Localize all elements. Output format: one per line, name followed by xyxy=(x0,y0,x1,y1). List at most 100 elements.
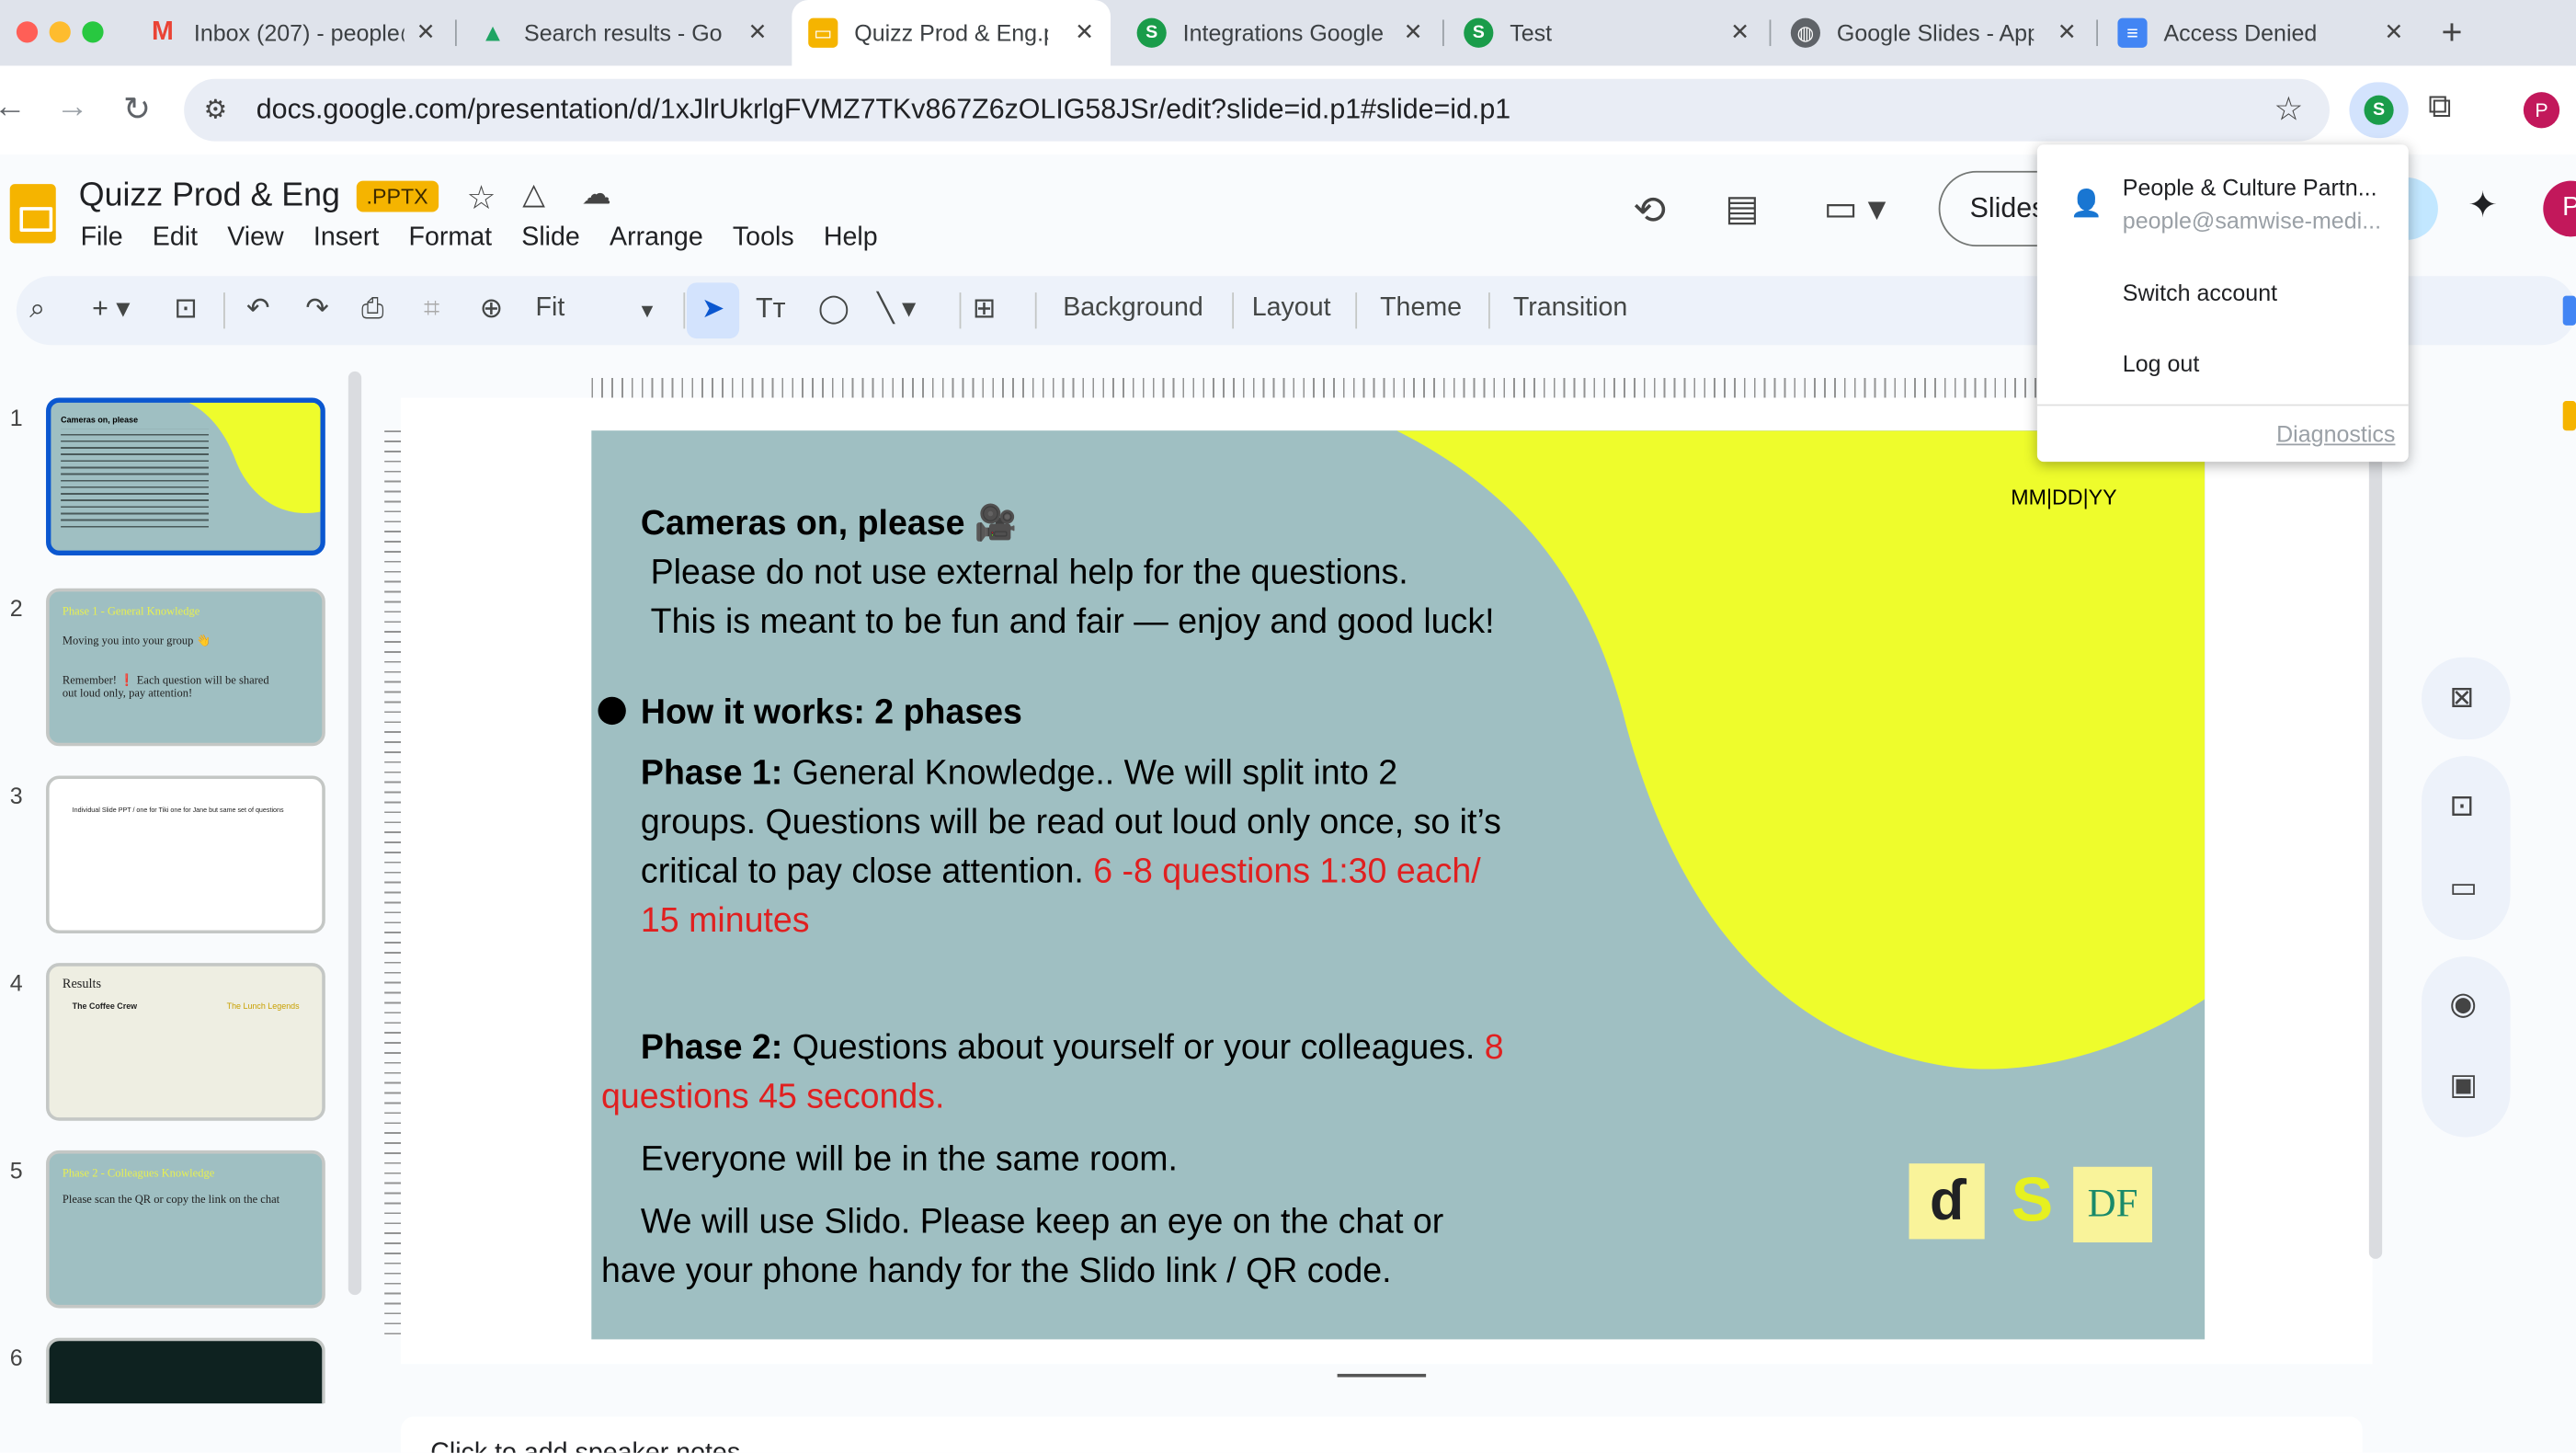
gmail-icon: M xyxy=(151,17,174,47)
side-panel-group-3: ◉ ▣ xyxy=(2422,956,2511,1138)
slide-thumbnail-6[interactable] xyxy=(46,1337,325,1404)
slides-icon: ▭ xyxy=(808,17,838,48)
file-format-badge: .PPTX xyxy=(356,180,439,212)
zoom-select[interactable]: Fit xyxy=(536,294,565,324)
tab-close-icon[interactable]: ✕ xyxy=(748,18,768,46)
browser-tab-test[interactable]: S Test ✕ xyxy=(1447,0,1766,65)
sheets-s-icon: S xyxy=(1464,17,1494,48)
print-icon[interactable]: ⎙ xyxy=(361,292,383,326)
site-settings-icon[interactable]: ⚙ xyxy=(204,94,228,127)
browser-tab-slides[interactable]: ▭ Quizz Prod & Eng.pptx ✕ xyxy=(792,0,1111,66)
line-tool-icon[interactable]: ╲ ▾ xyxy=(877,292,916,326)
menu-insert[interactable]: Insert xyxy=(313,223,380,253)
move-to-drive-icon[interactable]: △ xyxy=(522,177,545,212)
tab-close-icon[interactable]: ✕ xyxy=(1404,18,1423,46)
filmstrip-scrollbar[interactable] xyxy=(348,371,362,1296)
slide-date: MM|DD|YY xyxy=(2011,485,2117,509)
browser-tab-gmail[interactable]: M Inbox (207) - people@samwise ✕ xyxy=(131,0,451,65)
redo-icon[interactable]: ↷ xyxy=(305,292,328,326)
switch-account-item[interactable]: Switch account xyxy=(2123,280,2277,306)
window-minimize-dot[interactable] xyxy=(49,21,71,43)
back-arrow-icon[interactable]: ← xyxy=(0,88,27,126)
gemini-sparkle-icon[interactable]: ✦ xyxy=(2468,184,2498,226)
insert-slide-icon[interactable]: ⊡ xyxy=(174,292,197,326)
star-icon[interactable]: ☆ xyxy=(467,177,496,219)
window-close-dot[interactable] xyxy=(16,21,39,43)
extension-s-icon[interactable]: S xyxy=(2349,82,2409,139)
slide-thumbnail-3[interactable]: Individual Slide PPT / one for Tiki one … xyxy=(46,775,325,934)
insert-image-side-icon[interactable]: ⊠ xyxy=(2449,681,2474,715)
tab-close-icon[interactable]: ✕ xyxy=(1075,18,1094,46)
text-box-icon[interactable]: Tт xyxy=(756,292,785,326)
transition-button[interactable]: Transition xyxy=(1513,294,1627,324)
window-maximize-dot[interactable] xyxy=(82,21,104,43)
menu-view[interactable]: View xyxy=(227,223,283,253)
profile-avatar[interactable]: P xyxy=(2523,92,2560,129)
version-history-icon[interactable]: ⟲ xyxy=(1633,188,1666,235)
cloud-saved-icon[interactable]: ☁ xyxy=(582,177,611,212)
address-bar[interactable]: ⚙ docs.google.com/presentation/d/1xJlrUk… xyxy=(184,78,2330,142)
menu-help[interactable]: Help xyxy=(824,223,878,253)
menu-tools[interactable]: Tools xyxy=(733,223,794,253)
slide-thumbnail-2[interactable]: Phase 1 - General Knowledge Moving you i… xyxy=(46,588,325,747)
zoom-icon[interactable]: ⊕ xyxy=(480,292,503,326)
slides-logo-icon[interactable] xyxy=(9,184,56,244)
tab-close-icon[interactable]: ✕ xyxy=(1730,18,1750,46)
folder-side-icon[interactable]: ▭ xyxy=(2449,871,2477,906)
slide-heading-cameras: Cameras on, please 🎥 xyxy=(640,504,1018,543)
globe-icon: ◍ xyxy=(1790,17,1820,48)
new-slide-icon[interactable]: + ▾ xyxy=(92,292,130,326)
paint-format-icon[interactable]: ⌗ xyxy=(424,292,439,326)
document-title[interactable]: Quizz Prod & Eng xyxy=(79,177,340,215)
side-edge-icon-blue[interactable] xyxy=(2562,295,2576,326)
add-comment-icon[interactable]: ⊞ xyxy=(973,292,996,326)
menu-edit[interactable]: Edit xyxy=(153,223,198,253)
background-button[interactable]: Background xyxy=(1063,294,1203,324)
bullet-dot xyxy=(598,696,626,726)
zoom-dropdown-chevron-icon[interactable]: ▼ xyxy=(637,299,656,322)
record-side-icon[interactable]: ◉ xyxy=(2449,986,2477,1024)
layout-button[interactable]: Layout xyxy=(1252,294,1331,324)
undo-icon[interactable]: ↶ xyxy=(246,292,269,326)
bookmark-star-icon[interactable]: ☆ xyxy=(2274,88,2303,130)
extensions-puzzle-icon[interactable]: ⧉ xyxy=(2428,88,2452,126)
current-slide[interactable]: MM|DD|YY Cameras on, please 🎥 Please do … xyxy=(591,430,2206,1340)
log-out-item[interactable]: Log out xyxy=(2123,350,2199,377)
notes-resize-handle[interactable] xyxy=(1337,1373,1427,1378)
person-icon: 👤 xyxy=(2069,190,2103,219)
menu-slide[interactable]: Slide xyxy=(521,223,580,253)
theme-button[interactable]: Theme xyxy=(1380,294,1462,324)
drive-icon: ▲ xyxy=(480,18,506,47)
browser-tab-google-slides-apps[interactable]: ◍ Google Slides - Apps ✕ xyxy=(1774,0,2093,65)
shape-icon[interactable]: ◯ xyxy=(818,292,849,326)
url-text: docs.google.com/presentation/d/1xJlrUkrl… xyxy=(256,93,1511,125)
browser-tab-integrations[interactable]: S Integrations Google ✕ xyxy=(1121,0,1440,65)
menu-format[interactable]: Format xyxy=(409,223,493,253)
search-menus-icon[interactable]: ⌕ xyxy=(29,292,45,326)
menu-arrange[interactable]: Arrange xyxy=(610,223,703,253)
menu-file[interactable]: File xyxy=(81,223,123,253)
forward-arrow-icon[interactable]: → xyxy=(56,88,89,126)
tab-close-icon[interactable]: ✕ xyxy=(2384,18,2403,46)
account-avatar[interactable]: P xyxy=(2543,180,2576,237)
menu-bar: File Edit View Insert Format Slide Arran… xyxy=(81,223,907,253)
reload-icon[interactable]: ↻ xyxy=(123,88,151,130)
video-side-icon[interactable]: ▣ xyxy=(2449,1069,2477,1104)
side-edge-icon-yellow[interactable] xyxy=(2562,401,2576,431)
select-tool-icon[interactable]: ➤ xyxy=(686,282,740,339)
tab-close-icon[interactable]: ✕ xyxy=(2057,18,2077,46)
tab-strip: M Inbox (207) - people@samwise ✕ ▲ Searc… xyxy=(0,0,2576,66)
meet-camera-icon[interactable]: ▭ ▾ xyxy=(1824,188,1886,230)
slide-thumbnail-4[interactable]: Results The Coffee Crew The Lunch Legend… xyxy=(46,963,325,1121)
diagnostics-link[interactable]: Diagnostics xyxy=(2276,420,2395,447)
browser-tab-access-denied[interactable]: ≡ Access Denied ✕ xyxy=(2102,0,2421,65)
slide-thumbnail-1[interactable]: Cameras on, please xyxy=(46,397,325,556)
new-tab-icon[interactable]: + xyxy=(2441,12,2462,54)
slide-thumbnail-5[interactable]: Phase 2 - Colleagues Knowledge Please sc… xyxy=(46,1150,325,1309)
image-search-side-icon[interactable]: ⊡ xyxy=(2449,789,2474,824)
canvas-scrollbar[interactable] xyxy=(2368,397,2383,1259)
tab-close-icon[interactable]: ✕ xyxy=(416,18,436,46)
speaker-notes[interactable]: Click to add speaker notes xyxy=(401,1416,2363,1453)
comments-icon[interactable]: ▤ xyxy=(1725,188,1759,230)
browser-tab-drive[interactable]: ▲ Search results - Google Drive ✕ xyxy=(462,0,783,65)
